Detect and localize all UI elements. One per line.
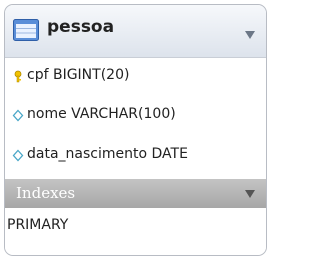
index-label: PRIMARY bbox=[7, 217, 69, 233]
column-row-nome[interactable]: nome VARCHAR(100) bbox=[5, 99, 266, 131]
nullable-column-icon bbox=[12, 109, 24, 122]
indexes-label: Indexes bbox=[16, 184, 76, 202]
column-label: data_nascimento DATE bbox=[27, 146, 188, 162]
column-list: cpf BIGINT(20) nome VARCHAR(100) data_na… bbox=[5, 58, 266, 179]
column-row-cpf[interactable]: cpf BIGINT(20) bbox=[5, 60, 266, 92]
primary-key-icon bbox=[14, 70, 22, 83]
collapse-indexes-icon[interactable] bbox=[245, 190, 255, 198]
column-label: cpf BIGINT(20) bbox=[27, 67, 130, 83]
indexes-section-header[interactable]: Indexes bbox=[5, 179, 266, 208]
table-pessoa[interactable]: pessoa cpf BIGINT(20) nome VARCHAR(100) … bbox=[4, 4, 267, 256]
table-header[interactable]: pessoa bbox=[5, 5, 266, 58]
collapse-table-icon[interactable] bbox=[245, 31, 255, 39]
table-title: pessoa bbox=[47, 17, 115, 37]
column-row-data-nascimento[interactable]: data_nascimento DATE bbox=[5, 139, 266, 171]
index-list: PRIMARY bbox=[5, 208, 266, 255]
table-icon bbox=[13, 19, 39, 41]
index-row-primary[interactable]: PRIMARY bbox=[5, 214, 266, 238]
nullable-column-icon bbox=[12, 149, 24, 162]
column-label: nome VARCHAR(100) bbox=[27, 106, 176, 122]
